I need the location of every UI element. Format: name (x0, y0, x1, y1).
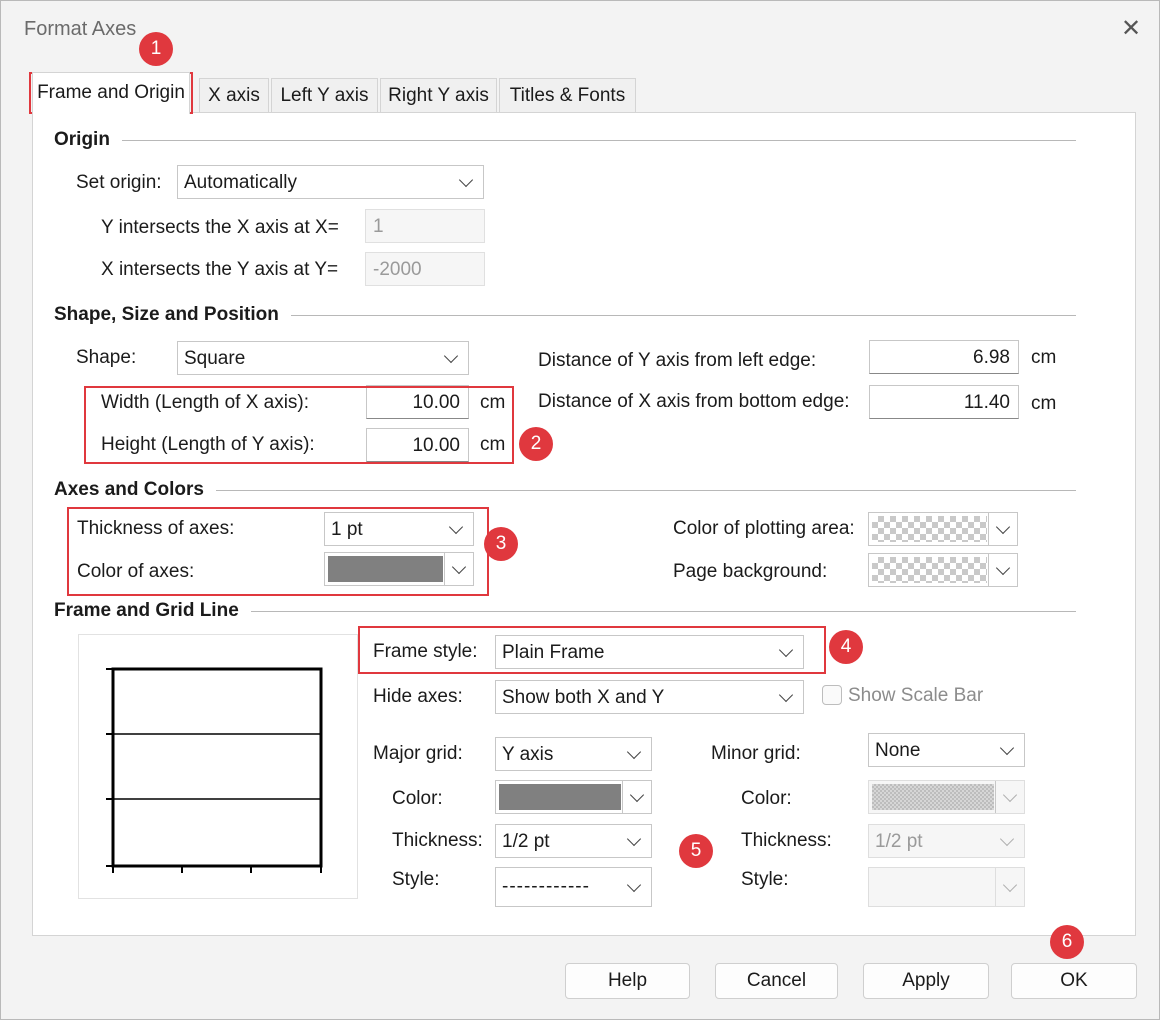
x-intersect-value: -2000 (373, 259, 422, 280)
chevron-down-icon (458, 172, 474, 188)
chevron-down-icon (1002, 787, 1018, 803)
tab-frame-and-origin[interactable]: Frame and Origin (32, 72, 190, 114)
shape-select[interactable]: Square (177, 341, 469, 375)
annotation-badge-2: 2 (519, 427, 553, 461)
highlight-box-size (84, 386, 514, 464)
dist-x-value: 11.40 (963, 392, 1010, 413)
y-intersect-label: Y intersects the X axis at X= (101, 217, 339, 238)
annotation-badge-4: 4 (829, 630, 863, 664)
chevron-down-icon (443, 348, 459, 364)
transparent-swatch (872, 516, 987, 542)
apply-button[interactable]: Apply (863, 963, 989, 999)
chevron-down-icon (626, 877, 642, 893)
chevron-down-icon (626, 831, 642, 847)
chevron-down-icon (999, 831, 1015, 847)
annotation-badge-6: 6 (1050, 925, 1084, 959)
chevron-down-icon (995, 519, 1011, 535)
preview-frame (111, 667, 323, 868)
chevron-down-icon (629, 787, 645, 803)
minor-color-label: Color: (741, 788, 792, 809)
hide-axes-label: Hide axes: (373, 686, 463, 707)
page-bg-label: Page background: (673, 561, 828, 582)
frame-grid-section-title: Frame and Grid Line (54, 600, 251, 622)
ok-button[interactable]: OK (1011, 963, 1137, 999)
highlight-box-axes (67, 507, 489, 596)
scale-bar-label: Show Scale Bar (848, 685, 984, 706)
dist-x-field[interactable]: 11.40 (869, 385, 1019, 419)
dist-y-label: Distance of Y axis from left edge: (538, 350, 817, 371)
major-color-picker[interactable] (495, 780, 652, 814)
major-color-swatch (499, 784, 621, 810)
major-grid-label: Major grid: (373, 743, 463, 764)
major-grid-select[interactable]: Y axis (495, 737, 652, 771)
annotation-badge-3: 3 (484, 527, 518, 561)
major-style-value: ------------ (502, 876, 590, 897)
cancel-button[interactable]: Cancel (715, 963, 838, 999)
major-color-label: Color: (392, 788, 443, 809)
major-thickness-value: 1/2 pt (502, 831, 550, 852)
x-intersect-label: X intersects the Y axis at Y= (101, 259, 339, 280)
chevron-down-icon (1002, 877, 1018, 893)
x-intersect-field[interactable]: -2000 (365, 252, 485, 286)
origin-section-title: Origin (54, 129, 122, 151)
chevron-down-icon (999, 740, 1015, 756)
shape-section-title: Shape, Size and Position (54, 304, 291, 326)
annotation-badge-1: 1 (139, 32, 173, 66)
tab-left-y-axis[interactable]: Left Y axis (271, 78, 378, 112)
dist-y-field[interactable]: 6.98 (869, 340, 1019, 374)
dist-y-unit: cm (1031, 347, 1057, 368)
major-grid-value: Y axis (502, 744, 554, 765)
minor-color-swatch (872, 784, 994, 810)
tab-titles-fonts[interactable]: Titles & Fonts (499, 78, 636, 112)
scale-bar-checkbox[interactable] (822, 685, 842, 705)
axes-colors-section-title: Axes and Colors (54, 479, 216, 501)
help-button[interactable]: Help (565, 963, 690, 999)
major-style-select[interactable]: ------------ (495, 867, 652, 907)
chevron-down-icon (995, 560, 1011, 576)
set-origin-label: Set origin: (76, 172, 162, 193)
minor-grid-label: Minor grid: (711, 743, 801, 764)
close-icon[interactable]: ✕ (1118, 16, 1144, 42)
minor-thickness-select[interactable]: 1/2 pt (868, 824, 1025, 858)
major-thickness-select[interactable]: 1/2 pt (495, 824, 652, 858)
minor-thickness-label: Thickness: (741, 830, 832, 851)
shape-label: Shape: (76, 347, 137, 368)
dist-x-label: Distance of X axis from bottom edge: (538, 391, 850, 412)
dist-x-unit: cm (1031, 393, 1057, 414)
highlight-box-frame-style (358, 626, 826, 674)
tab-x-axis[interactable]: X axis (199, 78, 269, 112)
set-origin-value: Automatically (184, 172, 297, 193)
minor-grid-value: None (875, 740, 921, 761)
hide-axes-select[interactable]: Show both X and Y (495, 680, 804, 714)
y-intersect-field[interactable]: 1 (365, 209, 485, 243)
plot-area-color-label: Color of plotting area: (673, 518, 855, 539)
shape-value: Square (184, 348, 246, 369)
minor-color-picker[interactable] (868, 780, 1025, 814)
plot-area-color-picker[interactable] (868, 512, 1018, 546)
dist-y-value: 6.98 (973, 347, 1010, 368)
chevron-down-icon (626, 744, 642, 760)
minor-style-label: Style: (741, 869, 789, 890)
dialog-title: Format Axes (24, 18, 137, 40)
set-origin-select[interactable]: Automatically (177, 165, 484, 199)
y-intersect-value: 1 (373, 216, 384, 237)
page-bg-color-picker[interactable] (868, 553, 1018, 587)
major-thickness-label: Thickness: (392, 830, 483, 851)
transparent-swatch (872, 557, 987, 583)
annotation-badge-5: 5 (679, 834, 713, 868)
frame-preview (78, 634, 358, 899)
origin-divider (54, 140, 1076, 141)
tab-right-y-axis[interactable]: Right Y axis (380, 78, 497, 112)
major-style-label: Style: (392, 869, 440, 890)
minor-grid-select[interactable]: None (868, 733, 1025, 767)
chevron-down-icon (778, 687, 794, 703)
hide-axes-value: Show both X and Y (502, 687, 665, 708)
minor-style-select[interactable] (868, 867, 1025, 907)
minor-thickness-value: 1/2 pt (875, 831, 923, 852)
frame-preview-graphic (106, 667, 323, 873)
